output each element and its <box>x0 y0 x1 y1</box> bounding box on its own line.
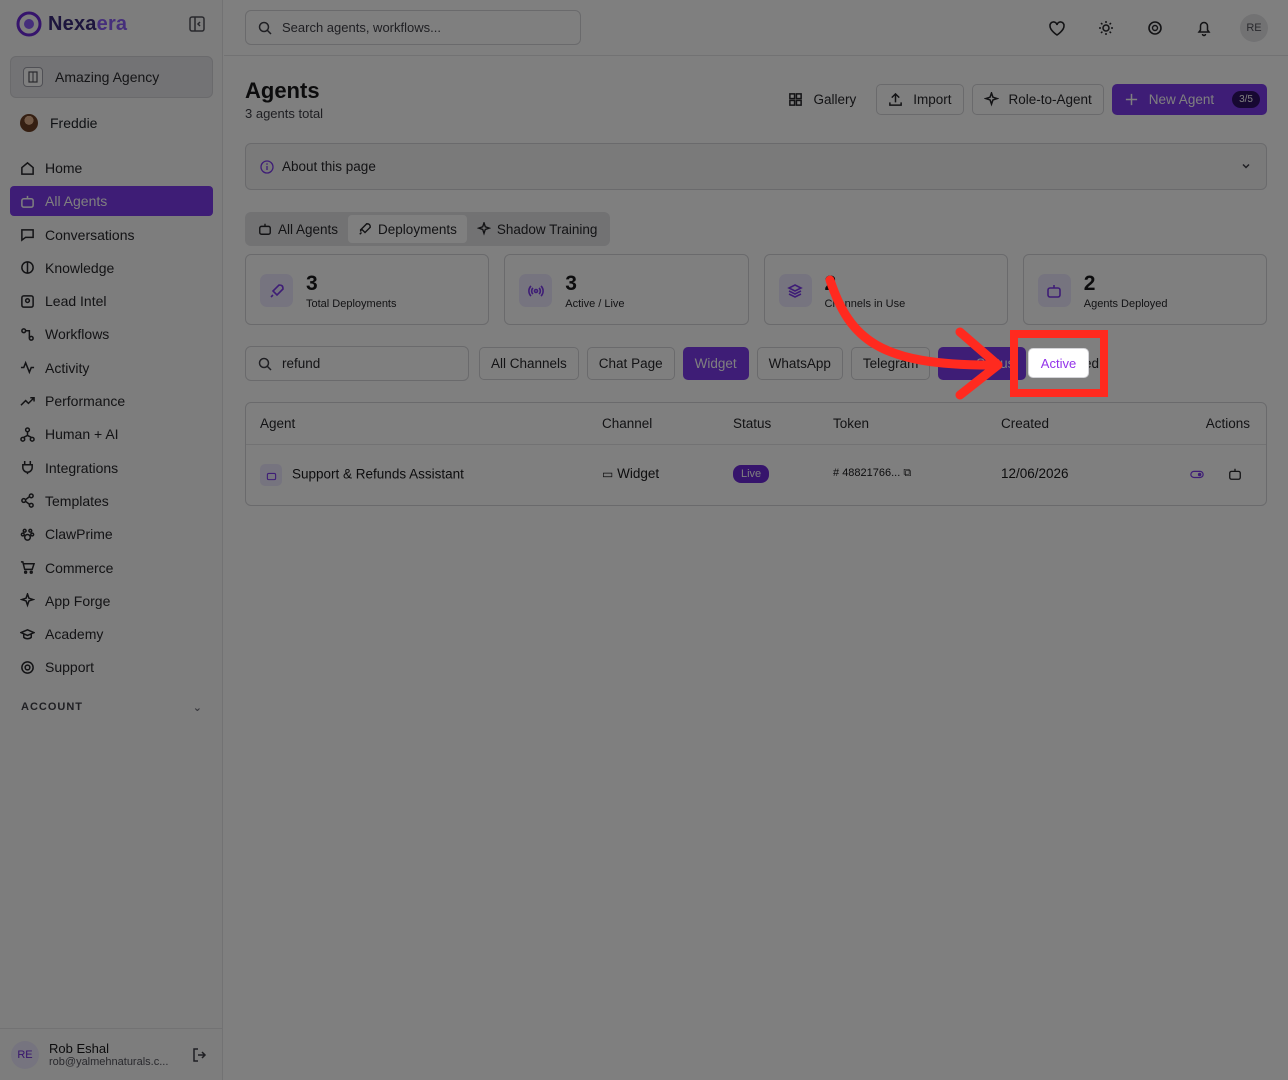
annotation-arrow-icon <box>825 275 1003 400</box>
highlight-box <box>1010 330 1108 397</box>
modal-backdrop <box>0 0 1288 1080</box>
